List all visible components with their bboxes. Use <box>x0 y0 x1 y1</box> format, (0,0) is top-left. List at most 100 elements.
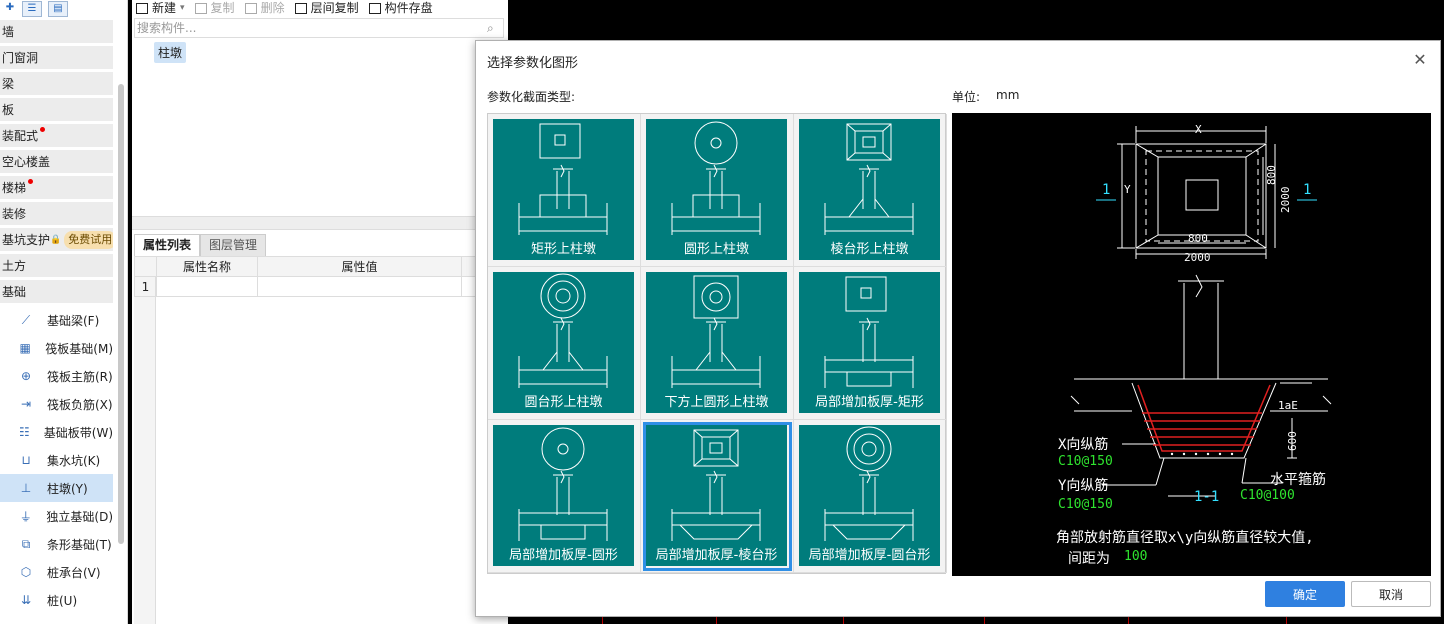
shape-option[interactable]: 圆台形上柱墩 <box>488 267 641 420</box>
unit-value: mm <box>996 88 1020 102</box>
sidebar-subitem[interactable]: ⊥ 柱墩(Y) <box>0 474 113 502</box>
sidebar-category-label: 装修 <box>2 207 27 221</box>
sidebar-subitem[interactable]: ⏚ 独立基础(D) <box>0 502 113 530</box>
confirm-button[interactable]: 确定 <box>1265 581 1345 607</box>
sidebar-subitem-label: 集水坑(K) <box>47 453 101 468</box>
isolated-footing-icon: ⏚ <box>19 509 32 524</box>
shape-thumbnail: 圆台形上柱墩 <box>493 272 634 413</box>
sidebar-category[interactable]: 空心楼盖 <box>0 150 113 173</box>
shape-option[interactable]: 圆形上柱墩 <box>641 114 794 267</box>
sidebar-subitem[interactable]: ⧉ 条形基础(T) <box>0 530 113 558</box>
sidebar-category[interactable]: 土方 <box>0 254 113 277</box>
component-search[interactable]: ⌕ <box>134 18 504 38</box>
strip-icon: ☷ <box>19 425 30 439</box>
sidebar-category[interactable]: 楼梯 <box>0 176 113 199</box>
list-icon[interactable]: ☰ <box>22 1 42 17</box>
dim-800-right: 800 <box>1265 165 1278 185</box>
rebar-neg-icon: ⇥ <box>20 397 32 411</box>
shape-option[interactable]: 下方上圆形上柱墩 <box>641 267 794 420</box>
sidebar-category[interactable]: 板 <box>0 98 113 121</box>
close-icon[interactable]: ✕ <box>1410 50 1430 70</box>
sidebar-category[interactable]: 梁 <box>0 72 113 95</box>
dim-y: Y <box>1124 183 1131 196</box>
tab-property-list[interactable]: 属性列表 <box>134 234 201 256</box>
component-tree-item[interactable]: 柱墩 <box>154 42 187 63</box>
save-component-button[interactable]: 构件存盘 <box>368 2 433 14</box>
section-mark-right: 1 <box>1303 182 1312 198</box>
component-search-input[interactable] <box>137 21 487 35</box>
delete-button[interactable]: 删除 <box>244 2 285 14</box>
shape-option[interactable]: 局部增加板厚-矩形 <box>794 267 947 420</box>
sidebar-subitem-label: 筏板基础(M) <box>45 341 113 356</box>
shape-option[interactable]: 棱台形上柱墩 <box>794 114 947 267</box>
sidebar-category[interactable]: 门窗洞 <box>0 46 113 69</box>
shape-thumbnail: 局部增加板厚-圆台形 <box>799 425 940 566</box>
sidebar-category-label: 墙 <box>2 25 15 39</box>
section-rebar <box>1137 384 1271 452</box>
row-number: 1 <box>134 276 157 297</box>
shape-option[interactable]: 局部增加板厚-棱台形 <box>641 420 794 573</box>
tree-icon[interactable]: ▤ <box>48 1 68 17</box>
cad-grid-tick <box>984 617 985 624</box>
table-row[interactable]: 1 <box>134 276 506 297</box>
component-toolbar: 新建 ▾ 复制 删除 层间复制 构件存盘 <box>132 0 508 14</box>
shape-option[interactable]: 局部增加板厚-圆形 <box>488 420 641 573</box>
sidebar-category-label: 装配式 <box>2 129 39 143</box>
shape-option-label: 局部增加板厚-圆形 <box>509 548 618 563</box>
pile-cap-icon: ⬡ <box>20 565 32 579</box>
copy-button[interactable]: 复制 <box>194 2 235 14</box>
sidebar-category-label: 门窗洞 <box>2 51 39 65</box>
sidebar-category-label: 土方 <box>2 259 27 273</box>
unit-label: 单位: <box>952 90 981 104</box>
row-number-header <box>134 256 157 277</box>
free-trial-badge[interactable]: 免费试用 <box>64 230 113 249</box>
new-button[interactable]: 新建 ▾ <box>136 2 185 14</box>
sidebar-category[interactable]: 装修 <box>0 202 113 225</box>
sidebar-subitem[interactable]: ⇊ 桩(U) <box>0 586 113 614</box>
sidebar-category[interactable]: 基础 <box>0 280 113 303</box>
property-tabs: 属性列表 图层管理 <box>134 234 267 256</box>
cad-grid-tick <box>1286 617 1287 624</box>
sidebar-subitem[interactable]: ▦ 筏板基础(M) <box>0 334 113 362</box>
sidebar-subitem[interactable]: ⊕ 筏板主筋(R) <box>0 362 113 390</box>
panel-splitter[interactable] <box>132 216 508 230</box>
property-value-cell[interactable] <box>257 276 462 297</box>
shape-preview: X Y 800 2000 800 2000 1 1 1aE 600 X向纵筋 C… <box>952 113 1431 576</box>
sidebar-category-label: 基坑支护 <box>2 233 51 247</box>
shape-thumbnail: 局部增加板厚-圆形 <box>493 425 634 566</box>
sidebar-subitem-label: 基础梁(F) <box>47 313 100 328</box>
preview-drawing <box>1070 126 1332 497</box>
sidebar-category[interactable]: 基坑支护 🔒 免费试用 <box>0 228 113 251</box>
shape-thumbnail: 下方上圆形上柱墩 <box>646 272 787 413</box>
sidebar-subitem-label: 柱墩(Y) <box>47 481 88 496</box>
rebar-main-icon: ⊕ <box>20 369 32 383</box>
cancel-button[interactable]: 取消 <box>1351 581 1431 607</box>
sidebar-category-label: 基础 <box>2 285 27 299</box>
stirrup-label: 水平箍筋 <box>1270 472 1326 488</box>
property-name-cell[interactable] <box>156 276 258 297</box>
sidebar-category[interactable]: 装配式 <box>0 124 113 147</box>
sidebar-subitem[interactable]: ⟋ 基础梁(F) <box>0 306 113 334</box>
shape-thumbnail: 棱台形上柱墩 <box>799 119 940 260</box>
y-rebar-value: C10@150 <box>1058 497 1113 512</box>
sidebar-subitem[interactable]: ⊔ 集水坑(K) <box>0 446 113 474</box>
shape-option[interactable]: 矩形上柱墩 <box>488 114 641 267</box>
sidebar-subitem[interactable]: ⇥ 筏板负筋(X) <box>0 390 113 418</box>
plus-icon[interactable]: ✚ <box>4 1 16 17</box>
sidebar-scrollbar[interactable] <box>118 84 124 544</box>
dialog-title: 选择参数化图形 <box>487 56 579 71</box>
sidebar-category-label: 空心楼盖 <box>2 155 51 169</box>
sidebar-subitem[interactable]: ☷ 基础板带(W) <box>0 418 113 446</box>
sidebar-category-label: 板 <box>2 103 15 117</box>
sidebar-category[interactable]: 墙 <box>0 20 113 43</box>
sidebar-subitem-label: 条形基础(T) <box>47 537 112 552</box>
parametric-shape-dialog: 选择参数化图形 ✕ 参数化截面类型: 单位: mm 矩形上柱墩 圆形上柱墩 棱台形上… <box>475 40 1441 617</box>
floor-copy-button[interactable]: 层间复制 <box>294 2 359 14</box>
sidebar-subitem[interactable]: ⬡ 桩承台(V) <box>0 558 113 586</box>
delete-icon <box>244 2 257 14</box>
shape-option[interactable]: 局部增加板厚-圆台形 <box>794 420 947 573</box>
chevron-down-icon[interactable]: ▾ <box>180 2 185 14</box>
tab-layer-manager[interactable]: 图层管理 <box>200 234 267 256</box>
search-icon[interactable]: ⌕ <box>487 21 503 36</box>
copy-icon <box>194 2 207 14</box>
